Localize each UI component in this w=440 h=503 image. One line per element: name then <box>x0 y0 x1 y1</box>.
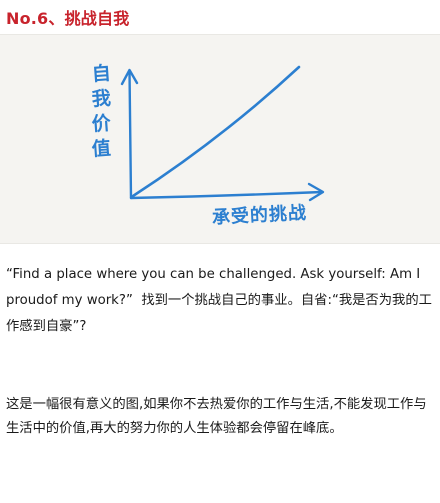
y-axis-line <box>128 69 133 200</box>
explanation-paragraph: 这是一幅很有意义的图,如果你不去热爱你的工作与生活,不能发现工作与生活中的价值,… <box>6 397 427 436</box>
x-axis-line <box>129 190 324 200</box>
y-axis-label-char: 值 <box>91 137 113 161</box>
y-axis-label: 自 我 价 值 <box>90 62 114 165</box>
article-heading: No.6、挑战自我 <box>6 9 130 28</box>
sketch-figure: 自 我 价 值 承受的挑战 <box>0 34 440 244</box>
value-trend-line <box>131 65 301 198</box>
x-axis-label: 承受的挑战 <box>211 202 308 229</box>
quote-paragraph: “Find a place where you can be challenge… <box>6 262 434 340</box>
